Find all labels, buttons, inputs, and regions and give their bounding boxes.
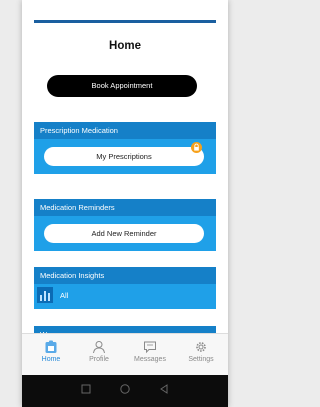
section-header: Medication Insights [34,267,216,284]
page-title: Home [109,40,141,52]
add-new-reminder-button[interactable]: Add New Reminder [44,224,204,243]
recent-apps-icon[interactable] [80,383,92,395]
system-nav-bar [22,375,228,407]
tab-home-label: Home [41,356,61,363]
my-prescriptions-button[interactable]: My Prescriptions [44,142,204,166]
status-accent-line [34,20,216,23]
tab-messages[interactable]: Messages [125,334,175,376]
tab-settings[interactable]: Settings [176,334,226,376]
insights-section: Medication Insights All [34,267,216,309]
bar-chart-icon [37,287,53,303]
tab-profile[interactable]: Profile [74,334,124,376]
prescription-section: Prescription Medication My Prescriptions [34,122,216,174]
messages-icon [144,341,156,354]
home-button-icon[interactable] [119,383,131,395]
tab-messages-label: Messages [134,356,166,363]
section-header: Prescription Medication [34,122,216,139]
home-icon [45,340,57,353]
phone-screen: Home Book Appointment Prescription Medic… [22,0,228,407]
reminders-section: Medication Reminders Add New Reminder [34,199,216,251]
status-bar [22,0,228,23]
tab-profile-label: Profile [89,356,109,363]
profile-icon [93,341,105,354]
insight-all-label: All [60,291,69,300]
settings-icon [196,342,206,352]
book-appointment-button[interactable]: Book Appointment [47,75,197,97]
insight-all-item[interactable]: All [34,284,216,308]
section-header: Medication Reminders [34,199,216,216]
tab-home[interactable]: Home [26,334,76,376]
back-icon[interactable] [158,383,170,395]
tab-bar: Home Profile Messages Settings [22,333,228,376]
tab-settings-label: Settings [188,356,214,363]
my-prescriptions-label: My Prescriptions [96,152,152,161]
lock-icon [191,142,202,153]
